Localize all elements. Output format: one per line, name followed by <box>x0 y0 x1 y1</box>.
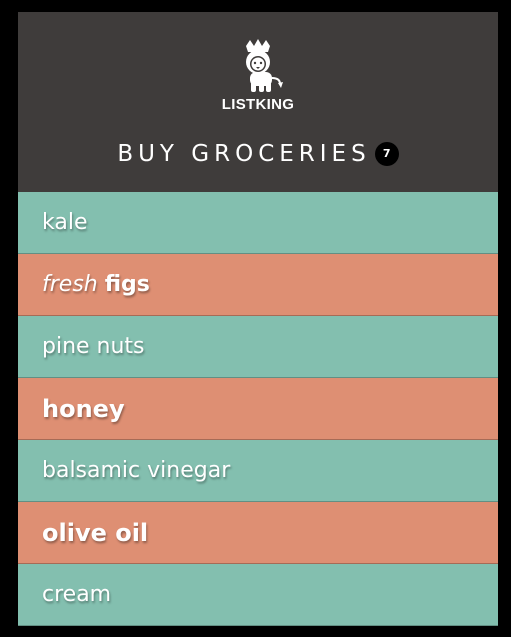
list-item[interactable]: balsamic vinegar <box>18 440 498 502</box>
brand-name: LISTKING <box>221 96 295 113</box>
list-item[interactable]: olive oil <box>18 502 498 564</box>
app-window: LISTKING BUY GROCERIES 7 kale fresh figs… <box>18 12 498 626</box>
list-item[interactable]: fresh figs <box>18 254 498 316</box>
header: LISTKING BUY GROCERIES 7 <box>18 12 498 192</box>
grocery-list: kale fresh figs pine nuts honey balsamic… <box>18 192 498 626</box>
list-title[interactable]: BUY GROCERIES <box>117 136 370 172</box>
list-item-label: honey <box>42 394 125 423</box>
list-item-label: cream <box>42 582 112 607</box>
item-count-badge: 7 <box>374 142 399 166</box>
list-item[interactable]: kale <box>18 192 498 254</box>
list-item[interactable]: cream <box>18 564 498 626</box>
list-item-label-italic: fresh <box>42 272 98 297</box>
list-item-label-bold: figs <box>104 272 150 297</box>
list-item-label: olive oil <box>42 518 149 547</box>
list-item[interactable]: honey <box>18 378 498 440</box>
list-item[interactable]: pine nuts <box>18 316 498 378</box>
list-item-label: fresh figs <box>42 272 150 297</box>
list-item-label: kale <box>42 210 88 235</box>
list-item-label: pine nuts <box>42 334 145 359</box>
list-item-label: balsamic vinegar <box>42 458 231 483</box>
list-title-row: BUY GROCERIES 7 <box>18 136 498 172</box>
lion-king-icon <box>246 39 283 92</box>
